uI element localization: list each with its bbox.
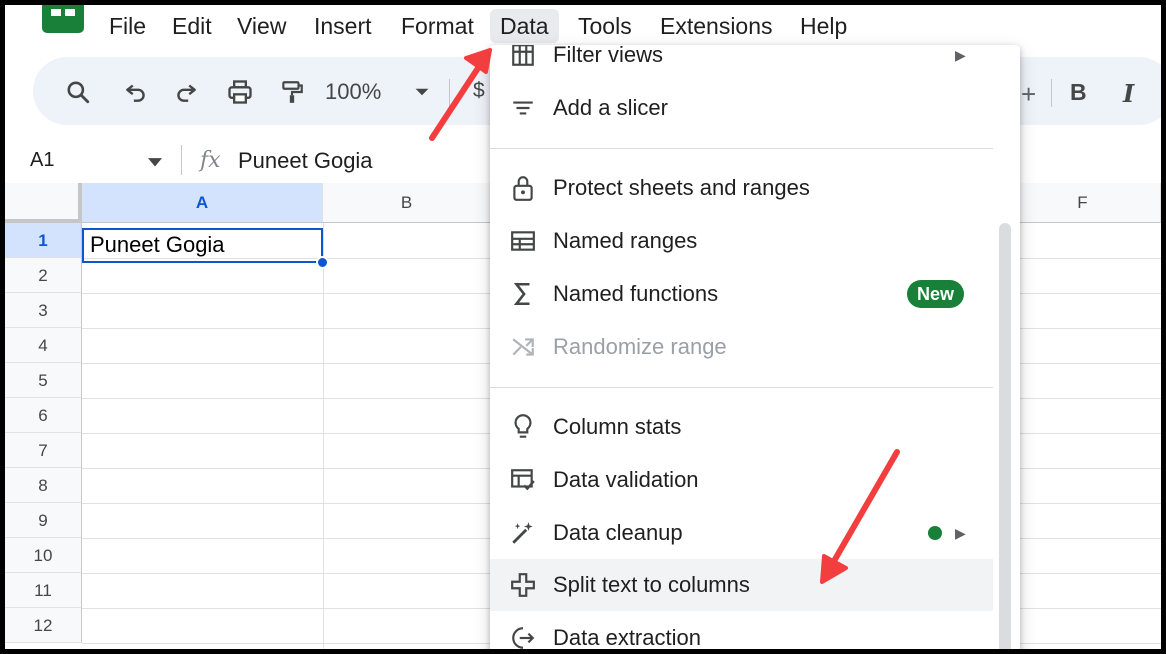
data-validation-icon [508, 465, 538, 495]
fill-handle[interactable] [316, 256, 329, 269]
menu-item-label: Named functions [553, 281, 719, 306]
row-header[interactable]: 9 [5, 503, 82, 538]
lightbulb-icon [508, 412, 538, 442]
row-header[interactable]: 3 [5, 293, 82, 328]
menu-divider [490, 387, 993, 388]
chevron-down-icon[interactable] [405, 75, 439, 109]
currency-format-button[interactable]: $ [473, 79, 485, 103]
menu-tools[interactable]: Tools [568, 9, 642, 43]
split-columns-icon [508, 570, 538, 600]
menu-item-data-cleanup[interactable]: Data cleanup ▶ [490, 507, 993, 559]
bold-button[interactable]: B [1070, 79, 1087, 106]
row-header[interactable]: 8 [5, 468, 82, 503]
menu-edit[interactable]: Edit [162, 9, 222, 43]
menu-format[interactable]: Format [391, 9, 484, 43]
menu-help[interactable]: Help [790, 9, 857, 43]
menu-item-label: Data cleanup [553, 520, 683, 545]
column-header-b[interactable]: B [323, 183, 491, 223]
fx-icon: fx [200, 148, 221, 173]
menu-item-data-extraction[interactable]: Data extraction [490, 612, 993, 649]
cell-a1[interactable]: Puneet Gogia [82, 228, 323, 263]
menu-item-label: Filter views [553, 45, 664, 67]
menu-item-split-text-to-columns[interactable]: Split text to columns [490, 559, 993, 611]
menu-item-label: Split text to columns [553, 572, 750, 597]
formula-input[interactable]: Puneet Gogia [238, 148, 373, 174]
gridline [323, 223, 324, 649]
menu-scrollbar[interactable] [999, 223, 1011, 649]
menu-item-protect-sheets[interactable]: Protect sheets and ranges [490, 162, 993, 214]
row-header[interactable]: 2 [5, 258, 82, 293]
row-header[interactable]: 10 [5, 538, 82, 573]
menu-divider [490, 148, 993, 149]
formula-bar-divider [181, 145, 182, 175]
paint-format-icon[interactable] [275, 75, 309, 109]
row-header[interactable]: 6 [5, 398, 82, 433]
row-header[interactable]: 11 [5, 573, 82, 608]
menu-item-randomize-range: Randomize range [490, 321, 993, 373]
menu-item-label: Add a slicer [553, 95, 668, 120]
column-header-f[interactable]: F [1005, 183, 1161, 223]
redo-icon[interactable] [169, 75, 203, 109]
data-extraction-icon [508, 623, 538, 649]
menu-file[interactable]: File [99, 9, 156, 43]
menu-item-data-validation[interactable]: Data validation [490, 454, 993, 506]
menu-item-label: Protect sheets and ranges [553, 175, 810, 200]
row-header[interactable]: 1 [5, 223, 82, 258]
menu-insert[interactable]: Insert [304, 9, 382, 43]
status-dot [928, 526, 942, 540]
row-header[interactable]: 4 [5, 328, 82, 363]
lock-icon [508, 173, 538, 203]
data-menu: Filter views ▶ Add a slicer Protect shee… [490, 45, 1020, 649]
new-badge: New [907, 280, 965, 308]
submenu-arrow-icon: ▶ [955, 524, 966, 541]
menu-extensions[interactable]: Extensions [650, 9, 783, 43]
sheets-logo-icon[interactable] [42, 5, 84, 33]
named-ranges-icon [508, 226, 538, 256]
menu-data[interactable]: Data [490, 9, 559, 43]
slicer-icon [508, 93, 538, 123]
row-header[interactable]: 5 [5, 363, 82, 398]
menu-item-named-functions[interactable]: Named functions New [490, 268, 993, 320]
menu-item-named-ranges[interactable]: Named ranges [490, 215, 993, 267]
toolbar-divider [1051, 79, 1052, 107]
menu-item-add-slicer[interactable]: Add a slicer [490, 82, 993, 134]
sigma-icon [508, 279, 538, 309]
submenu-arrow-icon: ▶ [955, 46, 966, 63]
menu-item-column-stats[interactable]: Column stats [490, 401, 993, 453]
shuffle-icon [508, 332, 538, 362]
italic-button[interactable]: I [1123, 79, 1134, 108]
increase-font-size-icon[interactable]: + [1021, 79, 1036, 110]
print-icon[interactable] [223, 75, 257, 109]
menu-item-label: Named ranges [553, 228, 698, 253]
menu-item-label: Column stats [553, 414, 682, 439]
menu-item-filter-views[interactable]: Filter views ▶ [490, 45, 993, 81]
zoom-select[interactable]: 100% [325, 77, 381, 107]
menu-item-label: Data validation [553, 467, 699, 492]
magic-wand-icon [508, 518, 538, 548]
filter-views-icon [508, 45, 538, 70]
row-header[interactable]: 12 [5, 608, 82, 643]
menu-view[interactable]: View [227, 9, 296, 43]
search-icon[interactable] [61, 75, 95, 109]
name-box[interactable]: A1 [30, 149, 54, 172]
toolbar-divider [449, 79, 450, 107]
chevron-down-icon[interactable] [148, 155, 162, 173]
column-header-a[interactable]: A [82, 183, 323, 223]
undo-icon[interactable] [119, 75, 153, 109]
row-header[interactable]: 7 [5, 433, 82, 468]
sheets-window: File Edit View Insert Format Data Tools … [5, 5, 1161, 649]
menu-item-label: Data extraction [553, 625, 701, 649]
select-all-corner[interactable] [5, 183, 82, 223]
menu-item-label: Randomize range [553, 334, 727, 359]
